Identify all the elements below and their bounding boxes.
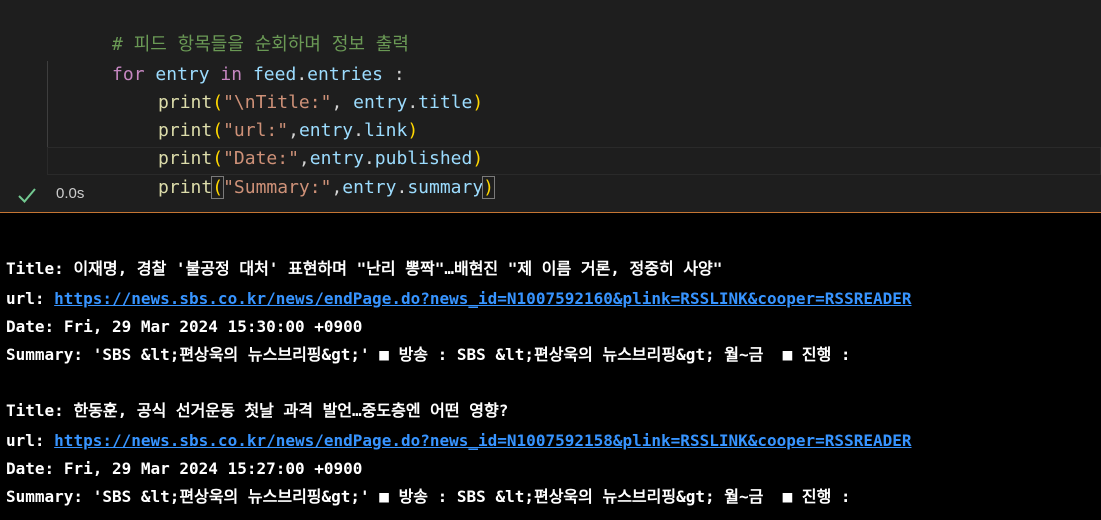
title-label: Title: — [6, 401, 64, 420]
title-value: 한동훈, 공식 선거운동 첫날 과격 발언…중도층엔 어떤 영향? — [73, 401, 509, 420]
entry-attribute: summary — [407, 177, 484, 198]
output-url-line: url: https://news.sbs.co.kr/news/endPage… — [6, 285, 912, 313]
code-cell[interactable]: # 피드 항목들을 순회하며 정보 출력 for entry in feed.e… — [0, 0, 1101, 213]
url-link[interactable]: https://news.sbs.co.kr/news/endPage.do?n… — [54, 289, 911, 308]
code-editor[interactable]: # 피드 항목들을 순회하며 정보 출력 for entry in feed.e… — [0, 0, 1101, 199]
date-label: Date: — [6, 459, 55, 478]
check-icon — [18, 188, 36, 203]
code-line-print-url: print("url:",entry.link) — [158, 120, 419, 141]
execution-status: 0.0s — [0, 180, 300, 210]
output-title-line: Title: 한동훈, 공식 선거운동 첫날 과격 발언…중도층엔 어떤 영향? — [6, 397, 508, 425]
cell-output: Title: 이재명, 경찰 '불공정 대처' 표현하며 "난리 뽕짝"…배현진… — [0, 214, 1101, 520]
code-line-print-date: print("Date:",entry.published) — [158, 148, 484, 169]
code-line-for: for entry in feed.entries : — [112, 64, 405, 85]
code-line-comment: # 피드 항목들을 순회하며 정보 출력 — [47, 3, 409, 55]
output-summary-line: Summary: 'SBS &lt;편상욱의 뉴스브리핑&gt;' ■ 방송 :… — [6, 483, 851, 511]
summary-value: 'SBS &lt;편상욱의 뉴스브리핑&gt;' ■ 방송 : SBS &lt;… — [92, 345, 851, 364]
entry-attribute: title — [418, 92, 473, 113]
output-date-line: Date: Fri, 29 Mar 2024 15:27:00 +0900 — [6, 455, 362, 483]
url-label: url: — [6, 431, 45, 450]
execution-duration: 0.0s — [56, 185, 85, 202]
date-value: Fri, 29 Mar 2024 15:27:00 +0900 — [63, 459, 363, 478]
url-label: url: — [6, 289, 45, 308]
title-value: 이재명, 경찰 '불공정 대처' 표현하며 "난리 뽕짝"…배현진 "제 이름 … — [73, 259, 723, 278]
date-label: Date: — [6, 317, 55, 336]
date-value: Fri, 29 Mar 2024 15:30:00 +0900 — [63, 317, 363, 336]
output-summary-line: Summary: 'SBS &lt;편상욱의 뉴스브리핑&gt;' ■ 방송 :… — [6, 341, 851, 369]
output-date-line: Date: Fri, 29 Mar 2024 15:30:00 +0900 — [6, 313, 362, 341]
output-title-line: Title: 이재명, 경찰 '불공정 대처' 표현하며 "난리 뽕짝"…배현진… — [6, 255, 722, 283]
summary-value: 'SBS &lt;편상욱의 뉴스브리핑&gt;' ■ 방송 : SBS &lt;… — [92, 487, 851, 506]
title-label: Title: — [6, 259, 64, 278]
code-line-print-title: print("\nTitle:", entry.title) — [158, 92, 484, 113]
url-link[interactable]: https://news.sbs.co.kr/news/endPage.do?n… — [54, 431, 911, 450]
summary-label: Summary: — [6, 487, 84, 506]
code-line-print-summary: print("Summary:",entry.summary) — [158, 176, 496, 199]
output-url-line: url: https://news.sbs.co.kr/news/endPage… — [6, 427, 912, 455]
entry-variable: entry — [342, 177, 397, 198]
summary-label: Summary: — [6, 345, 84, 364]
